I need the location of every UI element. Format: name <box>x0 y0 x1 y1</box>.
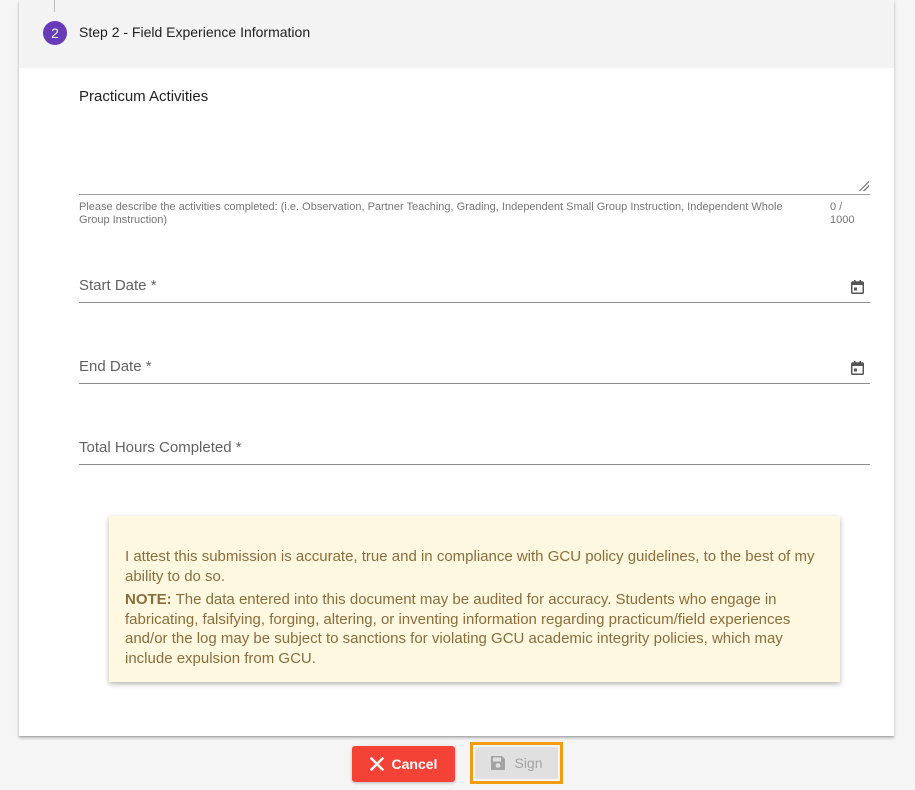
cancel-label: Cancel <box>391 756 438 772</box>
close-icon <box>369 757 384 771</box>
practicum-activities-label: Practicum Activities <box>79 88 209 105</box>
attestation-text: I attest this submission is accurate, tr… <box>125 548 815 585</box>
sign-button[interactable]: Sign <box>475 747 558 779</box>
save-icon <box>491 756 506 770</box>
calendar-icon[interactable] <box>851 361 864 375</box>
end-date-label: End Date * <box>79 358 152 375</box>
total-hours-underline <box>79 464 870 465</box>
practicum-activities-underline <box>79 194 870 195</box>
resize-handle-icon[interactable] <box>859 181 869 191</box>
end-date-underline <box>79 383 870 384</box>
total-hours-field[interactable]: Total Hours Completed * <box>79 439 870 469</box>
start-date-label: Start Date * <box>79 277 157 294</box>
step-title: Step 2 - Field Experience Information <box>79 24 311 40</box>
step-number-badge: 2 <box>43 21 67 45</box>
note-text: The data entered into this document may … <box>125 591 791 667</box>
start-date-underline <box>79 302 870 303</box>
note-label: NOTE: <box>125 591 172 608</box>
note-paragraph: NOTE: The data entered into this documen… <box>125 590 824 668</box>
stepper-connector <box>54 0 55 12</box>
sign-label: Sign <box>514 755 543 771</box>
attestation-notice: I attest this submission is accurate, tr… <box>109 516 840 682</box>
total-hours-label: Total Hours Completed * <box>79 439 242 456</box>
practicum-activities-field[interactable]: Practicum Activities Please describe the… <box>79 88 870 238</box>
start-date-field[interactable]: Start Date * <box>79 277 870 307</box>
practicum-activities-hint: Please describe the activities completed… <box>79 201 783 226</box>
cancel-button[interactable]: Cancel <box>352 746 455 782</box>
character-counter: 0 / 1000 <box>830 201 855 226</box>
calendar-icon[interactable] <box>851 280 864 294</box>
form-card: 2 Step 2 - Field Experience Information … <box>19 0 894 736</box>
step-header: 2 Step 2 - Field Experience Information <box>19 0 894 68</box>
end-date-field[interactable]: End Date * <box>79 358 870 388</box>
